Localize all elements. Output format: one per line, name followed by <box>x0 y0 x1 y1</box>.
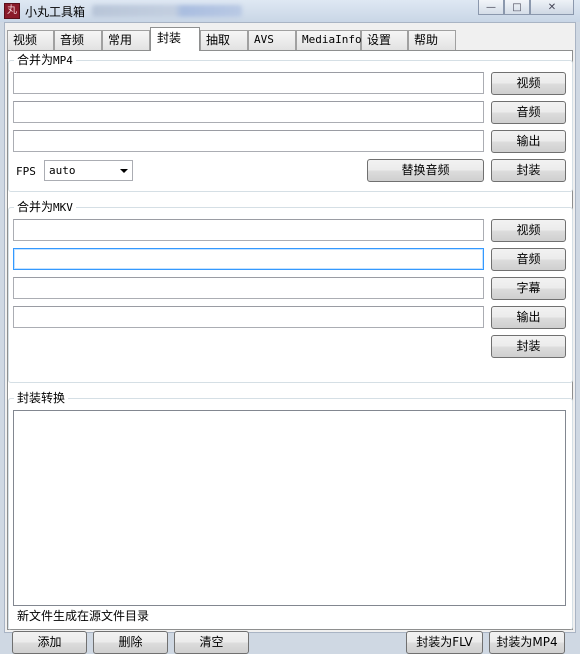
maximize-icon: □ <box>512 1 522 13</box>
clear-button[interactable]: 清空 <box>174 631 249 654</box>
merge-mkv-group: 合并为MKV 视频 音频 字幕 输出 封装 <box>8 200 573 383</box>
mp4-audio-path-input[interactable] <box>13 101 484 123</box>
close-button[interactable]: ✕ <box>530 0 574 15</box>
mp4-audio-button[interactable]: 音频 <box>491 101 566 124</box>
replace-audio-button[interactable]: 替换音频 <box>367 159 484 182</box>
mux-panel: 合并为MP4 视频 音频 输出 FPS auto 替换音频 封装 合并为MKV … <box>7 50 573 654</box>
mkv-audio-button[interactable]: 音频 <box>491 248 566 271</box>
tab-avs[interactable]: AVS <box>248 30 296 50</box>
file-list[interactable] <box>13 410 566 606</box>
tab-audio[interactable]: 音频 <box>54 30 102 50</box>
output-location-note: 新文件生成在源文件目录 <box>17 609 150 623</box>
window-title: 小丸工具箱 <box>25 5 86 19</box>
tab-mediainfo[interactable]: MediaInfo <box>296 30 362 50</box>
blurred-title-extra <box>92 5 242 17</box>
fps-select-value: auto <box>49 164 76 177</box>
container-convert-group: 封装转换 新文件生成在源文件目录 <box>8 391 573 630</box>
maximize-button[interactable]: □ <box>504 0 530 15</box>
tab-settings[interactable]: 设置 <box>361 30 408 50</box>
mp4-video-path-input[interactable] <box>13 72 484 94</box>
fps-select[interactable]: auto <box>44 160 133 181</box>
mux-to-flv-button[interactable]: 封装为FLV <box>406 631 483 654</box>
mp4-mux-button[interactable]: 封装 <box>491 159 566 182</box>
merge-mp4-title: 合并为MP4 <box>14 53 76 68</box>
tab-common[interactable]: 常用 <box>102 30 150 50</box>
merge-mp4-group: 合并为MP4 视频 音频 输出 FPS auto 替换音频 封装 <box>8 53 573 192</box>
tab-mux[interactable]: 封装 <box>150 27 200 51</box>
tab-help[interactable]: 帮助 <box>408 30 456 50</box>
mkv-video-path-input[interactable] <box>13 219 484 241</box>
mkv-subtitle-path-input[interactable] <box>13 277 484 299</box>
tab-extract[interactable]: 抽取 <box>200 30 248 50</box>
tab-video[interactable]: 视频 <box>7 30 54 50</box>
mkv-subtitle-button[interactable]: 字幕 <box>491 277 566 300</box>
minimize-button[interactable]: — <box>478 0 504 15</box>
mp4-output-button[interactable]: 输出 <box>491 130 566 153</box>
mkv-mux-button[interactable]: 封装 <box>491 335 566 358</box>
mkv-output-button[interactable]: 输出 <box>491 306 566 329</box>
mp4-video-button[interactable]: 视频 <box>491 72 566 95</box>
mux-to-mp4-button[interactable]: 封装为MP4 <box>489 631 565 654</box>
mp4-output-path-input[interactable] <box>13 130 484 152</box>
add-button[interactable]: 添加 <box>12 631 87 654</box>
close-icon: ✕ <box>547 1 557 13</box>
delete-button[interactable]: 删除 <box>93 631 168 654</box>
title-bar: 丸 小丸工具箱 — □ ✕ <box>0 0 580 22</box>
chevron-down-icon <box>120 169 128 173</box>
merge-mkv-title: 合并为MKV <box>14 200 76 215</box>
mkv-video-button[interactable]: 视频 <box>491 219 566 242</box>
mkv-audio-path-input[interactable] <box>13 248 484 270</box>
minimize-icon: — <box>486 1 496 13</box>
mkv-output-path-input[interactable] <box>13 306 484 328</box>
window-client: 视频 音频 常用 封装 抽取 AVS MediaInfo 设置 帮助 合并为MP… <box>4 22 576 654</box>
container-convert-title: 封装转换 <box>14 391 69 405</box>
fps-label: FPS <box>16 165 36 178</box>
app-icon: 丸 <box>4 3 20 19</box>
